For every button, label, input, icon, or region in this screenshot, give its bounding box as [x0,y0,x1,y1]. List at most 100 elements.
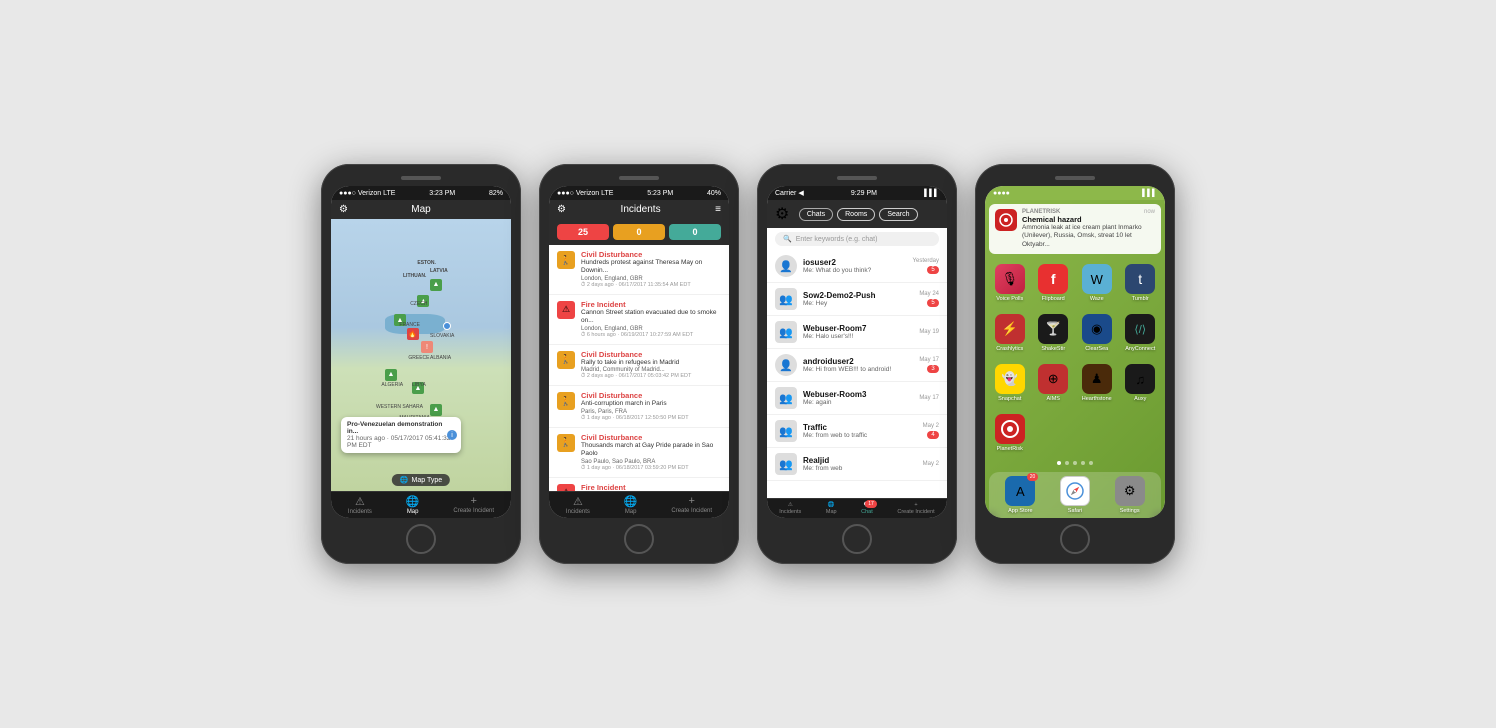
location-pin [443,322,451,330]
tab-map-map[interactable]: 🌐 Map [406,495,420,515]
tab-incidents-inc[interactable]: ⚠ Incidents [566,495,590,515]
tab-incidents-map[interactable]: ⚠ Incidents [348,495,372,515]
tab-label-create: Create Incident [453,508,494,514]
map-type-button[interactable]: 🌐 Map Type [392,474,450,486]
settings-label: Settings [1120,508,1140,514]
search-bar-chat[interactable]: 🔍 Enter keywords (e.g. chat) [775,232,939,246]
chat-badge-3: 3 [927,365,939,373]
app-tumblr[interactable]: t Tumblr [1122,264,1160,302]
map-marker-5[interactable]: ! [421,341,433,353]
avatar-2: 👥 [775,321,797,343]
tab-map-chat[interactable]: 🌐 Map [826,502,837,515]
phone-incidents: ●●●○ Verizon LTE 5:23 PM 40% ⚙ Incidents… [539,164,739,564]
incident-item-0[interactable]: 🚶 Civil Disturbance Hundreds protest aga… [549,245,729,295]
app-flipboard[interactable]: f Flipboard [1035,264,1073,302]
incident-item-2[interactable]: 🚶 Civil Disturbance Rally to take in ref… [549,345,729,386]
map-marker-1[interactable]: ▲ [430,279,442,291]
menu-icon-incidents[interactable]: ≡ [715,204,721,215]
incident-icon-2: 🚶 [557,351,575,369]
notification-banner[interactable]: PLANETRISK now Chemical hazard Ammonia l… [989,204,1161,254]
dock-settings[interactable]: ⚙ Settings [1115,476,1145,514]
app-clearsea[interactable]: ◉ ClearSea [1078,314,1116,352]
app-hearthstone[interactable]: ♟ Hearthstone [1078,364,1116,402]
chat-badge-1: 5 [927,299,939,307]
app-auxy[interactable]: ♫ Auxy [1122,364,1160,402]
popup-info-btn[interactable]: i [447,430,457,440]
phone-homescreen: ●●●● ▌▌▌ PLANETRISK n [975,164,1175,564]
tab-map-inc[interactable]: 🌐 Map [624,495,638,515]
app-voice-polls[interactable]: 🎙 Voice Polls [991,264,1029,302]
incident-content-4: Civil Disturbance Thousands march at Gay… [581,433,721,472]
chat-item-0[interactable]: 👤 iosuser2 Me: What do you think? Yester… [767,250,947,283]
incident-type-5: Fire Incident [581,483,721,492]
chat-item-3[interactable]: 👤 androiduser2 Me: Hi from WEB!!! to and… [767,349,947,382]
country-label-8: GREECE [408,355,429,361]
phones-container: ●●●○ Verizon LTE 3:23 PM 82% ⚙ Map ▲ ▲ ▲… [321,164,1175,564]
app-waze[interactable]: W Waze [1078,264,1116,302]
home-button-3[interactable] [842,524,872,554]
map-marker-8[interactable]: ▲ [430,404,442,416]
gear-icon-map[interactable]: ⚙ [339,204,348,215]
app-crashlytics[interactable]: ⚡ Crashlytics [991,314,1029,352]
carrier-home: ●●●● [993,190,1010,197]
map-header: ⚙ Map [331,200,511,219]
app-planetrisk[interactable]: PlanetRisk [991,414,1029,452]
map-body[interactable]: ▲ ▲ ▲ 🔥 ! ▲ ▲ ▲ ESTON. LATVIA LITHUAN. C… [331,219,511,491]
tab-create-chat[interactable]: + Create Incident [897,502,934,515]
counter-red[interactable]: 25 [557,224,609,240]
gear-icon-chat[interactable]: ⚙ [775,204,789,224]
tab-rooms[interactable]: Rooms [837,208,875,221]
map-popup[interactable]: Pro-Venezuelan demonstration in... 21 ho… [341,417,461,453]
app-shakestir[interactable]: 🍸 ShakeStir [1035,314,1073,352]
chat-preview-6: Me: from web [803,465,917,472]
incident-type-0: Civil Disturbance [581,250,721,259]
map-marker-4[interactable]: 🔥 [407,328,419,340]
tab-incidents-chat[interactable]: ⚠ Incidents [779,502,801,515]
plus-icon-inc: + [688,495,694,507]
home-button-4[interactable] [1060,524,1090,554]
battery-incidents: 40% [707,190,721,197]
incident-item-1[interactable]: ⚠ Fire Incident Cannon Street station ev… [549,295,729,345]
incidents-counters: 25 0 0 [549,219,729,245]
chat-preview-2: Me: Halo user's!!! [803,333,913,340]
dock-safari[interactable]: Safari [1060,476,1090,514]
gear-icon-incidents[interactable]: ⚙ [557,204,566,215]
chat-item-1[interactable]: 👥 Sow2-Demo2-Push Me: Hey May 24 5 [767,283,947,316]
incidents-title: Incidents [621,204,661,215]
chat-item-5[interactable]: 👥 Traffic Me: from web to traffic May 2 … [767,415,947,448]
app-aims[interactable]: ⊕ AIMS [1035,364,1073,402]
avatar-0: 👤 [775,255,797,277]
tab-create-map[interactable]: + Create Incident [453,495,494,515]
chat-item-6[interactable]: 👥 Realjid Me: from web May 2 [767,448,947,481]
chat-list: 👤 iosuser2 Me: What do you think? Yester… [767,250,947,498]
chat-header: ⚙ Chats Rooms Search [767,200,947,228]
notif-app-icon [995,209,1017,231]
incident-item-3[interactable]: 🚶 Civil Disturbance Anti-corruption marc… [549,386,729,427]
chat-item-4[interactable]: 👥 Webuser-Room3 Me: again May 17 [767,382,947,415]
app-snapchat[interactable]: 👻 Snapchat [991,364,1029,402]
globe-icon-tab: 🌐 [406,495,420,508]
app-anyconnect[interactable]: ⟨/⟩ AnyConnect [1122,314,1160,352]
map-marker-6[interactable]: ▲ [385,369,397,381]
tab-chats[interactable]: Chats [799,208,833,221]
shakestir-icon: 🍸 [1038,314,1068,344]
counter-orange[interactable]: 0 [613,224,665,240]
tab-label-map: Map [407,509,419,515]
home-button-1[interactable] [406,524,436,554]
warning-icon-tab: ⚠ [355,495,365,508]
dock-appstore[interactable]: A App Store 20 [1005,476,1035,514]
tab-chat-active[interactable]: 💬 Chat 17 [861,502,873,515]
battery-home: ▌▌▌ [1142,190,1157,197]
tab-search[interactable]: Search [879,208,917,221]
plus-icon-tab: + [470,495,476,507]
chat-item-2[interactable]: 👥 Webuser-Room7 Me: Halo user's!!! May 1… [767,316,947,349]
safari-compass-icon [1066,482,1084,500]
tab-create-inc[interactable]: + Create Incident [671,495,712,515]
incident-item-4[interactable]: 🚶 Civil Disturbance Thousands march at G… [549,428,729,478]
home-button-2[interactable] [624,524,654,554]
incident-type-1: Fire Incident [581,300,721,309]
carrier-chat: Carrier ◀ [775,189,804,197]
incident-item-5[interactable]: ⚠ Fire Incident Large fire burns the Mar… [549,478,729,492]
counter-green[interactable]: 0 [669,224,721,240]
dot-1 [1057,461,1061,465]
